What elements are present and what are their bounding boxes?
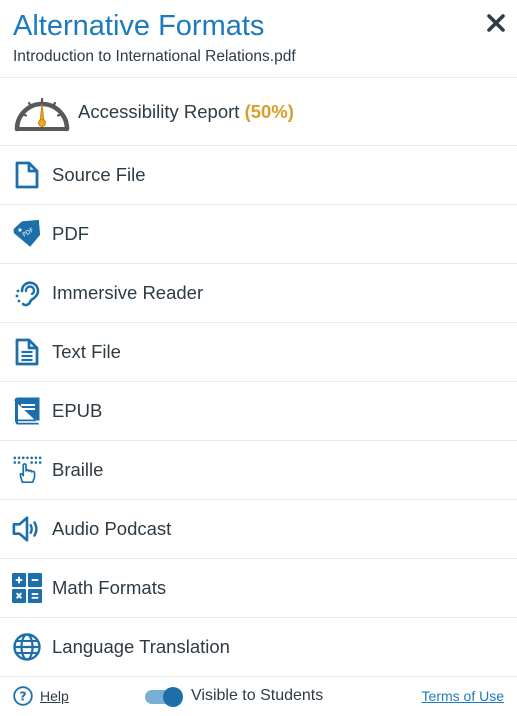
format-item-math-formats[interactable]: Math Formats	[0, 559, 517, 618]
accessibility-score: (50%)	[244, 100, 294, 122]
format-item-language-translation[interactable]: Language Translation	[0, 618, 517, 677]
format-label: Braille	[52, 459, 104, 480]
format-label: Audio Podcast	[52, 518, 172, 539]
pdf-tag-icon: PDF	[12, 219, 42, 249]
book-icon	[12, 396, 42, 426]
help-link[interactable]: ? Help	[13, 686, 69, 706]
gauge-icon	[12, 89, 72, 135]
format-label: PDF	[52, 223, 89, 244]
close-icon	[487, 14, 505, 32]
accessibility-report-label: Accessibility Report (50%)	[78, 101, 294, 123]
format-label: Immersive Reader	[52, 282, 204, 303]
dialog-title: Alternative Formats	[13, 10, 265, 42]
format-label: Language Translation	[52, 636, 230, 657]
help-icon: ?	[13, 686, 33, 706]
format-label: EPUB	[52, 400, 103, 421]
close-button[interactable]	[485, 12, 507, 34]
format-item-pdf[interactable]: PDF PDF	[0, 205, 517, 264]
accessibility-report-item[interactable]: Accessibility Report (50%)	[0, 78, 517, 146]
format-item-source-file[interactable]: Source File	[0, 146, 517, 205]
format-item-braille[interactable]: Braille	[0, 441, 517, 500]
text-file-icon	[12, 337, 42, 367]
svg-text:?: ?	[19, 689, 26, 704]
report-label-text: Accessibility Report	[78, 100, 240, 122]
format-item-epub[interactable]: EPUB	[0, 382, 517, 441]
format-item-immersive-reader[interactable]: Immersive Reader	[0, 264, 517, 323]
calculator-icon	[12, 573, 42, 603]
file-name: Introduction to International Relations.…	[13, 48, 296, 65]
file-icon	[12, 160, 42, 190]
braille-icon	[12, 455, 42, 485]
format-label: Source File	[52, 164, 146, 185]
terms-of-use-link[interactable]: Terms of Use	[422, 688, 504, 704]
format-label: Text File	[52, 341, 121, 362]
format-item-audio-podcast[interactable]: Audio Podcast	[0, 500, 517, 559]
dialog-header: Alternative Formats Introduction to Inte…	[0, 0, 517, 78]
hearing-icon	[12, 278, 42, 308]
format-list: Accessibility Report (50%) Source File P…	[0, 78, 517, 677]
format-label: Math Formats	[52, 577, 167, 598]
format-item-text-file[interactable]: Text File	[0, 323, 517, 382]
help-label: Help	[40, 688, 69, 704]
visible-to-students-toggle[interactable]	[145, 687, 183, 707]
globe-icon	[12, 632, 42, 662]
speaker-icon	[12, 514, 42, 544]
dialog-footer: ? Help Visible to Students Terms of Use	[0, 676, 517, 716]
visible-to-students-label: Visible to Students	[191, 687, 324, 704]
toggle-knob	[163, 687, 183, 707]
